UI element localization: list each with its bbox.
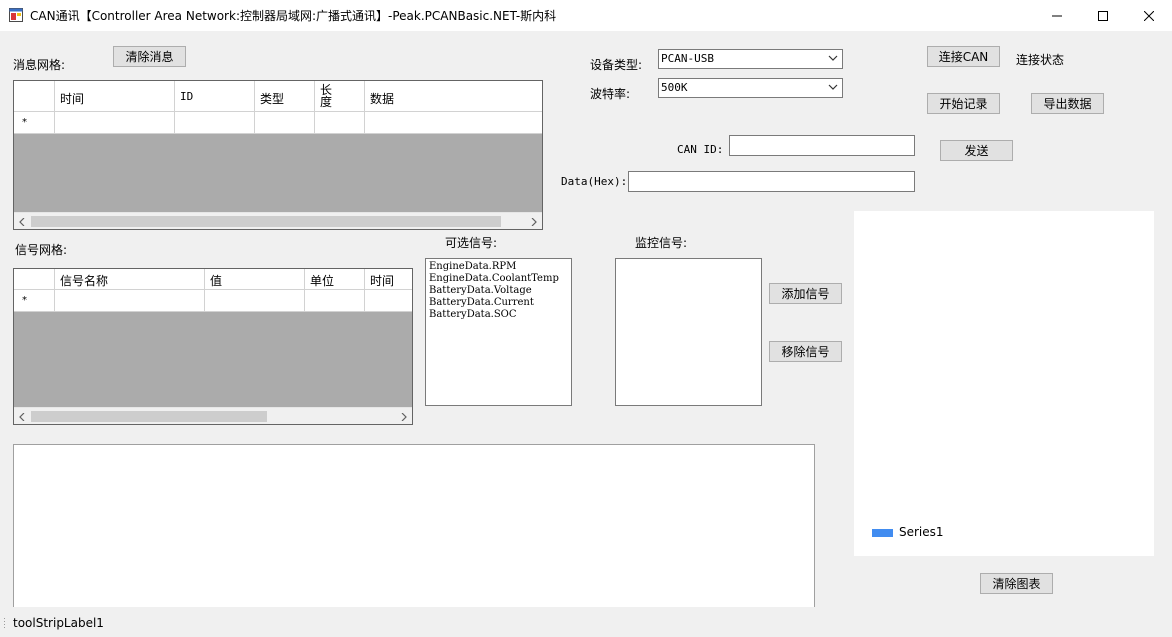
table-cell[interactable] [55,290,205,312]
connect-can-button[interactable]: 连接CAN [927,46,1000,67]
add-signal-button[interactable]: 添加信号 [769,283,842,304]
window-title: CAN通讯【Controller Area Network:控制器局域网:广播式… [30,9,557,23]
table-cell[interactable] [55,112,175,134]
column-header-length-text: 长度 [320,83,333,109]
baud-rate-select[interactable]: 500K [658,78,843,98]
monitored-signals-label: 监控信号: [635,236,688,250]
column-header-time[interactable]: 时间 [365,269,412,290]
column-header-value[interactable]: 值 [205,269,305,290]
close-button[interactable] [1126,0,1172,31]
app-icon [9,8,23,22]
legend-swatch [872,529,893,537]
export-data-button[interactable]: 导出数据 [1031,93,1104,114]
message-grid-new-row[interactable]: * [14,112,542,134]
clear-messages-button[interactable]: 清除消息 [113,46,186,67]
maximize-icon [1098,10,1108,21]
title-bar[interactable]: CAN通讯【Controller Area Network:控制器局域网:广播式… [0,0,1172,31]
close-icon [1144,10,1154,21]
device-type-value: PCAN-USB [661,52,714,65]
maximize-button[interactable] [1080,0,1126,31]
chart-area[interactable]: Series1 [854,211,1154,556]
signal-grid-new-row[interactable]: * [14,290,412,312]
message-grid-label: 消息网格: [13,58,66,72]
data-hex-input[interactable] [628,171,915,192]
scroll-thumb[interactable] [31,411,267,422]
table-cell[interactable] [315,112,365,134]
log-textarea[interactable] [13,444,815,607]
list-item[interactable]: BatteryData.Voltage [426,285,571,297]
table-cell[interactable] [365,290,412,312]
message-grid-hscrollbar[interactable] [14,212,542,229]
list-item[interactable]: EngineData.RPM [426,261,571,273]
baud-rate-label: 波特率: [590,87,631,101]
column-header-time[interactable]: 时间 [55,81,175,112]
device-type-label: 设备类型: [590,58,643,72]
start-record-button[interactable]: 开始记录 [927,93,1000,114]
status-label: toolStripLabel1 [13,616,104,630]
remove-signal-button[interactable]: 移除信号 [769,341,842,362]
list-item[interactable]: BatteryData.SOC [426,309,571,321]
send-button[interactable]: 发送 [940,140,1013,161]
signal-grid-label: 信号网格: [15,243,68,257]
chevron-down-icon [828,55,838,61]
signal-grid-hscrollbar[interactable] [14,407,412,424]
table-cell[interactable] [175,112,255,134]
device-type-select[interactable]: PCAN-USB [658,49,843,69]
list-item[interactable]: EngineData.CoolantTemp [426,273,571,285]
minimize-button[interactable] [1034,0,1080,31]
monitored-signals-list[interactable] [615,258,762,406]
chevron-down-icon [828,84,838,90]
column-header-unit[interactable]: 单位 [305,269,365,290]
list-item[interactable]: BatteryData.Current [426,297,571,309]
can-id-input[interactable] [729,135,915,156]
baud-rate-value: 500K [661,81,688,94]
scroll-left-icon[interactable] [14,214,30,229]
message-grid[interactable]: 时间 ID 类型 长度 数据 * [13,80,543,230]
row-header-corner [14,269,55,290]
table-cell[interactable] [205,290,305,312]
table-cell[interactable] [305,290,365,312]
message-grid-header: 时间 ID 类型 长度 数据 [14,81,542,112]
available-signals-list[interactable]: EngineData.RPM EngineData.CoolantTemp Ba… [425,258,572,406]
column-header-id[interactable]: ID [175,81,255,112]
scroll-right-icon[interactable] [396,409,412,424]
column-header-signal-name[interactable]: 信号名称 [55,269,205,290]
signal-grid[interactable]: 信号名称 值 单位 时间 * [13,268,413,425]
status-bar: toolStripLabel1 [0,611,1172,637]
table-cell[interactable] [255,112,315,134]
new-row-marker: * [14,290,55,312]
signal-grid-header: 信号名称 值 单位 时间 [14,269,412,290]
scroll-right-icon[interactable] [526,214,542,229]
column-header-data[interactable]: 数据 [365,81,542,112]
grip-icon [4,618,5,628]
clear-chart-button[interactable]: 清除图表 [980,573,1053,594]
legend-label: Series1 [899,525,944,539]
scroll-thumb[interactable] [31,216,501,227]
column-header-length[interactable]: 长度 [315,81,365,112]
available-signals-label: 可选信号: [445,236,498,250]
minimize-icon [1052,15,1062,16]
new-row-marker: * [14,112,55,134]
row-header-corner [14,81,55,112]
data-hex-label: Data(Hex): [561,175,628,188]
connection-status-text: 连接状态 [1016,53,1065,67]
table-cell[interactable] [365,112,542,134]
column-header-type[interactable]: 类型 [255,81,315,112]
scroll-left-icon[interactable] [14,409,30,424]
can-id-label: CAN ID: [677,143,724,156]
